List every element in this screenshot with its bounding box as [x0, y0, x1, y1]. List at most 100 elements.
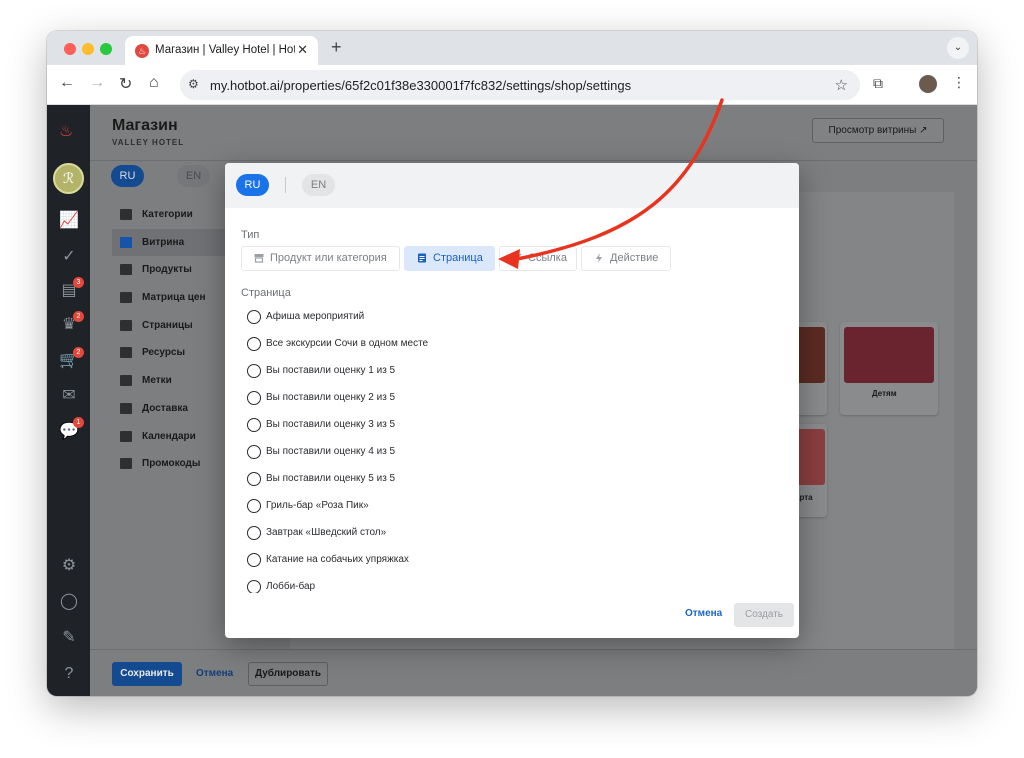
menu-label: Календари	[142, 430, 196, 442]
menu-item-tags[interactable]: Метки	[112, 367, 227, 395]
card-image	[795, 327, 825, 383]
hotbot-favicon-icon: ♨	[135, 44, 149, 58]
menu-item-delivery[interactable]: Доставка	[112, 395, 227, 423]
radio-button[interactable]	[247, 391, 261, 405]
menu-label: Метки	[142, 375, 172, 387]
calendar-icon	[120, 430, 132, 442]
page-doc-icon	[418, 253, 426, 263]
menu-item-price-matrix[interactable]: Матрица цен	[112, 284, 227, 312]
divider	[285, 177, 286, 193]
type-action[interactable]: Действие	[581, 246, 671, 271]
cancel-button[interactable]: Отмена	[196, 662, 233, 686]
radio-button[interactable]	[247, 445, 261, 459]
save-button[interactable]: Сохранить	[112, 662, 182, 686]
dialog-cancel-button[interactable]: Отмена	[685, 608, 722, 619]
maximize-window-button[interactable]	[100, 43, 112, 55]
lang-en[interactable]: EN	[177, 165, 210, 187]
hotbot-logo-icon[interactable]: ♨	[59, 121, 73, 141]
browser-menu-icon[interactable]: ⋮	[952, 74, 966, 91]
menu-label: Ресурсы	[142, 347, 186, 359]
price-matrix-icon	[120, 292, 132, 304]
menu-item-categories[interactable]: Категории	[112, 201, 227, 229]
forward-arrow-icon[interactable]: →	[89, 74, 105, 92]
radio-button[interactable]	[247, 418, 261, 432]
menu-item-resources[interactable]: Ресурсы	[112, 339, 227, 367]
menu-label: Страницы	[142, 319, 193, 331]
tab-strip: ♨ Магазин | Valley Hotel | Hotbot ✕ + ⌄	[47, 31, 977, 65]
option-label: Вы поставили оценку 3 из 5	[266, 419, 396, 430]
help-icon[interactable]: ?	[58, 663, 80, 685]
property-avatar[interactable]: ℛ	[53, 163, 84, 194]
lang-ru[interactable]: RU	[111, 165, 144, 187]
showcase-card-partial[interactable]	[795, 322, 827, 415]
edit-pencil-icon[interactable]: ✎	[58, 627, 80, 649]
option-label: Катание на собачьих упряжках	[266, 554, 409, 565]
page-option[interactable]: Лобби-бар	[241, 577, 781, 593]
radio-button[interactable]	[247, 499, 261, 513]
duplicate-button[interactable]: Дублировать	[248, 662, 328, 686]
radio-button[interactable]	[247, 337, 261, 351]
categories-icon	[120, 209, 132, 220]
menu-item-showcase[interactable]: Витрина	[112, 228, 227, 257]
menu-item-products[interactable]: Продукты	[112, 256, 227, 284]
option-label: Вы поставили оценку 4 из 5	[266, 446, 396, 457]
radio-button[interactable]	[247, 553, 261, 567]
page-option[interactable]: Вы поставили оценку 5 из 5	[241, 469, 781, 496]
truck-icon	[120, 402, 132, 414]
shop-settings-menu: Категории Витрина Продукты Матрица цен С…	[112, 201, 227, 478]
showcase-card-partial-2[interactable]: арта	[795, 424, 827, 517]
tab-search-button[interactable]: ⌄	[947, 37, 969, 59]
menu-item-calendars[interactable]: Календари	[112, 423, 227, 451]
dialog-create-button[interactable]: Создать	[734, 603, 794, 627]
page-option[interactable]: Вы поставили оценку 2 из 5	[241, 388, 781, 415]
page-label: Страница	[241, 287, 291, 299]
home-icon[interactable]: ⌂	[149, 74, 159, 92]
card-image	[795, 429, 825, 485]
new-tab-button[interactable]: +	[331, 37, 342, 58]
radio-button[interactable]	[247, 364, 261, 378]
account-icon[interactable]: ◯	[58, 591, 80, 613]
page-option[interactable]: Вы поставили оценку 4 из 5	[241, 442, 781, 469]
tasks-check-icon[interactable]: ✓	[58, 246, 80, 268]
analytics-icon[interactable]: 📈	[58, 210, 80, 232]
browser-toolbar: ← → ↻ ⌂ ⚙ my.hotbot.ai/properties/65f2c0…	[47, 65, 977, 105]
reload-icon[interactable]: ↻	[119, 74, 132, 94]
menu-item-promocodes[interactable]: Промокоды	[112, 450, 227, 478]
address-bar[interactable]: ⚙ my.hotbot.ai/properties/65f2c01f38e330…	[180, 70, 860, 100]
type-link[interactable]: Ссылка	[499, 246, 577, 271]
radio-button[interactable]	[247, 580, 261, 593]
page-option[interactable]: Завтрак «Шведский стол»	[241, 523, 781, 550]
page-option[interactable]: Афиша мероприятий	[241, 307, 781, 334]
option-label: Вы поставили оценку 1 из 5	[266, 365, 396, 376]
page-option[interactable]: Все экскурсии Сочи в одном месте	[241, 334, 781, 361]
dialog-language-bar: RU EN	[225, 163, 799, 208]
radio-button[interactable]	[247, 472, 261, 486]
dialog-lang-en[interactable]: EN	[302, 174, 335, 196]
settings-gear-icon[interactable]: ⚙	[58, 555, 80, 577]
dialog-lang-ru[interactable]: RU	[236, 174, 269, 196]
page-option[interactable]: Вы поставили оценку 1 из 5	[241, 361, 781, 388]
tab-close-icon[interactable]: ✕	[297, 42, 308, 58]
view-showcase-button[interactable]: Просмотр витрины ↗	[812, 118, 944, 143]
type-page[interactable]: Страница	[404, 246, 495, 271]
type-product-or-category[interactable]: Продукт или категория	[241, 246, 400, 271]
page-option[interactable]: Гриль-бар «Роза Пик»	[241, 496, 781, 523]
browser-tab[interactable]: ♨ Магазин | Valley Hotel | Hotbot ✕	[125, 36, 318, 65]
minimize-window-button[interactable]	[82, 43, 94, 55]
extensions-puzzle-icon[interactable]: ⧉	[873, 75, 883, 92]
mail-icon[interactable]: ✉	[58, 385, 80, 407]
radio-button[interactable]	[247, 526, 261, 540]
page-title: Магазин	[112, 117, 178, 134]
tab-title: Магазин | Valley Hotel | Hotbot	[155, 44, 295, 56]
radio-button[interactable]	[247, 310, 261, 324]
site-settings-icon[interactable]: ⚙	[188, 77, 199, 91]
page-option[interactable]: Катание на собачьих упряжках	[241, 550, 781, 577]
page-option[interactable]: Вы поставили оценку 3 из 5	[241, 415, 781, 442]
menu-item-pages[interactable]: Страницы	[112, 312, 227, 340]
profile-avatar[interactable]	[919, 75, 937, 93]
showcase-card[interactable]: Детям	[840, 322, 938, 415]
bookmark-star-icon[interactable]: ☆	[835, 76, 848, 94]
option-label: Гриль-бар «Роза Пик»	[266, 500, 369, 511]
back-arrow-icon[interactable]: ←	[59, 74, 75, 92]
close-window-button[interactable]	[64, 43, 76, 55]
